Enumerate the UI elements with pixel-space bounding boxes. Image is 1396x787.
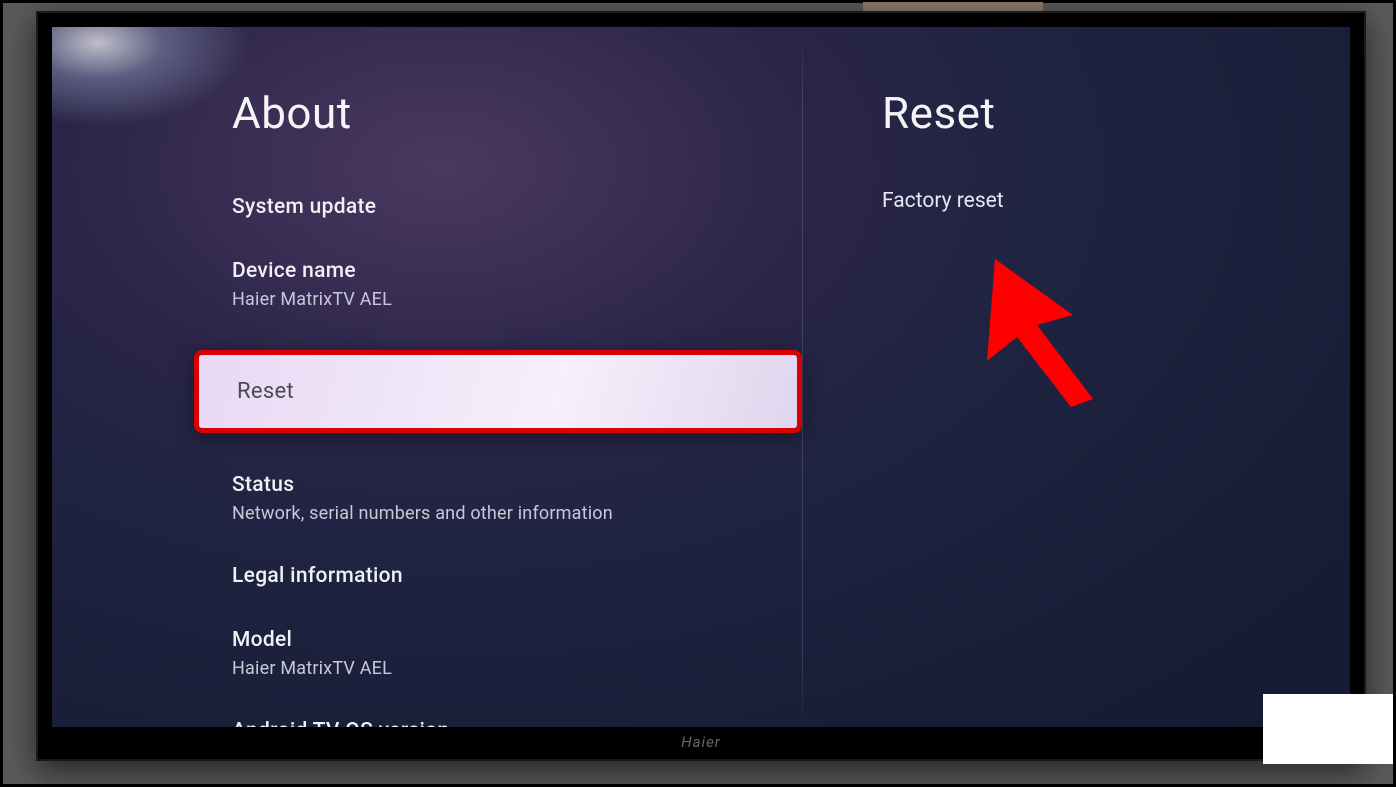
menu-item-factory-reset[interactable]: Factory reset bbox=[882, 189, 1312, 213]
tv-brand-label: Haier bbox=[681, 733, 720, 751]
menu-item-legal-information[interactable]: Legal information bbox=[232, 558, 792, 594]
menu-item-label: Device name bbox=[232, 259, 792, 283]
menu-item-system-update[interactable]: System update bbox=[232, 189, 792, 225]
menu-item-label: Model bbox=[232, 628, 792, 652]
menu-item-label: Status bbox=[232, 473, 792, 497]
overlay-box bbox=[1263, 694, 1393, 764]
tv-bezel: About System update Device name Haier Ma… bbox=[36, 11, 1366, 761]
menu-item-device-name[interactable]: Device name Haier MatrixTV AEL bbox=[232, 253, 792, 316]
menu-item-android-tv-os-version[interactable]: Android TV OS version bbox=[232, 713, 792, 727]
selected-highlight: Reset bbox=[194, 350, 802, 433]
about-panel: About System update Device name Haier Ma… bbox=[232, 87, 792, 727]
outer-frame: About System update Device name Haier Ma… bbox=[0, 0, 1396, 787]
menu-item-label: Factory reset bbox=[882, 189, 1312, 213]
menu-item-label: Android TV OS version bbox=[232, 719, 792, 727]
menu-item-model[interactable]: Model Haier MatrixTV AEL bbox=[232, 622, 792, 685]
menu-item-value: Haier MatrixTV AEL bbox=[232, 658, 792, 679]
panel-divider bbox=[802, 27, 803, 727]
menu-item-reset[interactable]: Reset bbox=[194, 344, 802, 439]
about-title: About bbox=[232, 87, 792, 139]
tv-screen: About System update Device name Haier Ma… bbox=[52, 27, 1350, 727]
menu-item-label: System update bbox=[232, 195, 792, 219]
arrow-annotation-icon bbox=[965, 245, 1135, 419]
screen-glare bbox=[52, 27, 252, 127]
menu-item-label: Legal information bbox=[232, 564, 792, 588]
reset-panel: Reset Factory reset bbox=[882, 87, 1312, 237]
menu-item-value: Haier MatrixTV AEL bbox=[232, 289, 792, 310]
reset-title: Reset bbox=[882, 87, 1312, 139]
menu-item-value: Network, serial numbers and other inform… bbox=[232, 503, 792, 524]
menu-item-status[interactable]: Status Network, serial numbers and other… bbox=[232, 467, 792, 530]
menu-item-label: Reset bbox=[237, 379, 759, 404]
